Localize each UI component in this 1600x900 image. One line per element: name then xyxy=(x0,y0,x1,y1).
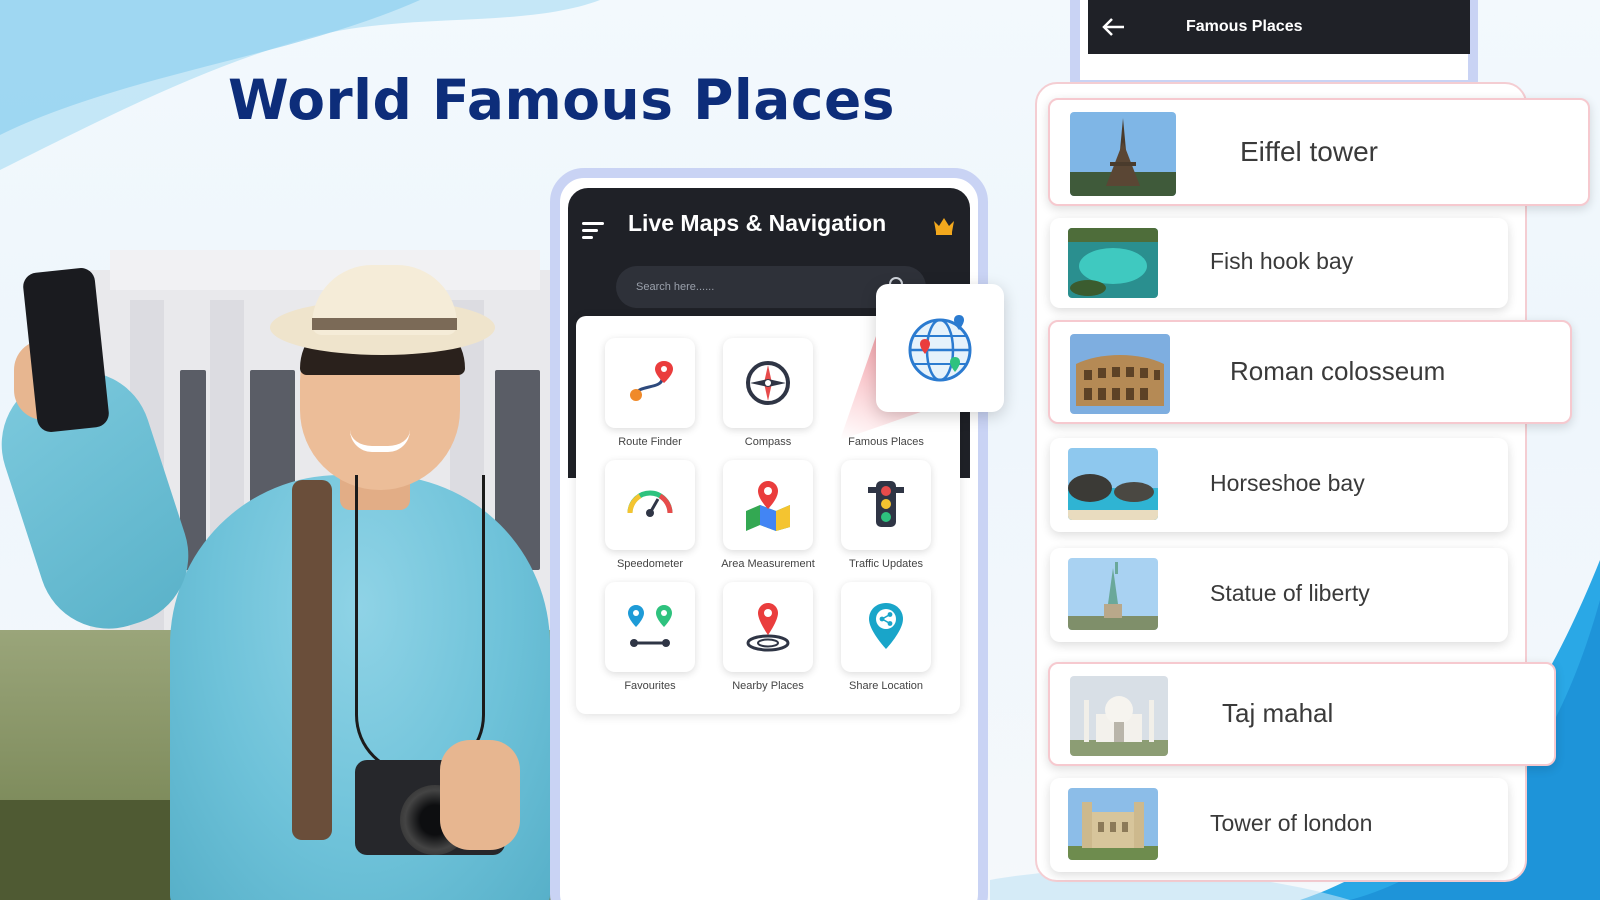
speedometer-icon xyxy=(627,490,673,517)
search-input[interactable] xyxy=(636,277,876,297)
tile-speedometer[interactable]: Speedometer xyxy=(602,460,698,578)
globe-icon xyxy=(908,315,972,382)
tile-label: Route Finder xyxy=(618,436,682,448)
place-name: Tower of london xyxy=(1210,810,1373,836)
tile-route-finder[interactable]: Route Finder xyxy=(602,338,698,456)
tile-label: Speedometer xyxy=(616,558,684,570)
roman-colosseum-thumbnail xyxy=(1070,334,1170,414)
area-map-icon xyxy=(746,481,790,531)
places-header: Famous Places xyxy=(1088,0,1470,54)
tile-share-location[interactable]: Share Location xyxy=(838,582,934,700)
tile-nearby-places[interactable]: Nearby Places xyxy=(720,582,816,700)
fish-hook-bay-thumbnail xyxy=(1068,228,1158,298)
menu-icon[interactable] xyxy=(582,222,604,243)
app-title: Live Maps & Navigation xyxy=(628,210,887,236)
tile-label: Traffic Updates xyxy=(849,558,923,570)
tile-area-measurement[interactable]: Area Measurement xyxy=(720,460,816,578)
nearby-pin-icon xyxy=(746,603,790,652)
tile-label: Area Measurement xyxy=(721,558,815,570)
traffic-light-icon xyxy=(868,481,904,527)
places-title: Famous Places xyxy=(1186,18,1303,35)
place-row-statue-of-liberty[interactable]: Statue of liberty xyxy=(1050,548,1508,642)
place-row-eiffel-tower[interactable]: Eiffel tower xyxy=(1048,98,1590,206)
tile-traffic-updates[interactable]: Traffic Updates xyxy=(838,460,934,578)
place-row-fish-hook-bay[interactable]: Fish hook bay xyxy=(1050,218,1508,308)
place-row-roman-colosseum[interactable]: Roman colosseum xyxy=(1048,320,1572,424)
place-name: Taj mahal xyxy=(1222,698,1334,728)
place-name: Fish hook bay xyxy=(1210,248,1354,274)
tower-of-london-thumbnail xyxy=(1068,788,1158,860)
tile-favourites[interactable]: Favourites xyxy=(602,582,698,700)
crown-icon[interactable] xyxy=(932,215,956,235)
horseshoe-bay-thumbnail xyxy=(1068,448,1158,520)
compass-icon xyxy=(746,361,790,405)
place-row-horseshoe-bay[interactable]: Horseshoe bay xyxy=(1050,438,1508,532)
taj-mahal-thumbnail xyxy=(1070,676,1168,756)
tile-label: Nearby Places xyxy=(732,680,804,692)
eiffel-tower-thumbnail xyxy=(1070,112,1176,196)
tile-label: Compass xyxy=(744,436,792,448)
phone-mockup: Live Maps & Navigation Route xyxy=(550,168,988,900)
place-row-tower-of-london[interactable]: Tower of london xyxy=(1050,778,1508,872)
tile-label: Famous Places xyxy=(848,436,924,448)
favourites-icon xyxy=(628,605,672,647)
place-row-taj-mahal[interactable]: Taj mahal xyxy=(1048,662,1556,766)
back-arrow-icon[interactable] xyxy=(1100,16,1126,38)
place-name: Eiffel tower xyxy=(1240,136,1378,167)
headline: World Famous Places xyxy=(228,68,896,132)
place-name: Roman colosseum xyxy=(1230,356,1446,386)
route-finder-icon xyxy=(630,361,673,401)
tile-compass[interactable]: Compass xyxy=(720,338,816,456)
place-name: Horseshoe bay xyxy=(1210,470,1365,496)
statue-of-liberty-thumbnail xyxy=(1068,558,1158,630)
traveler-photo xyxy=(0,240,560,900)
tile-label: Favourites xyxy=(624,680,676,692)
place-name: Statue of liberty xyxy=(1210,580,1370,606)
tile-label: Share Location xyxy=(849,680,923,692)
famous-places-popup[interactable] xyxy=(876,284,1004,412)
share-location-icon xyxy=(869,603,903,649)
